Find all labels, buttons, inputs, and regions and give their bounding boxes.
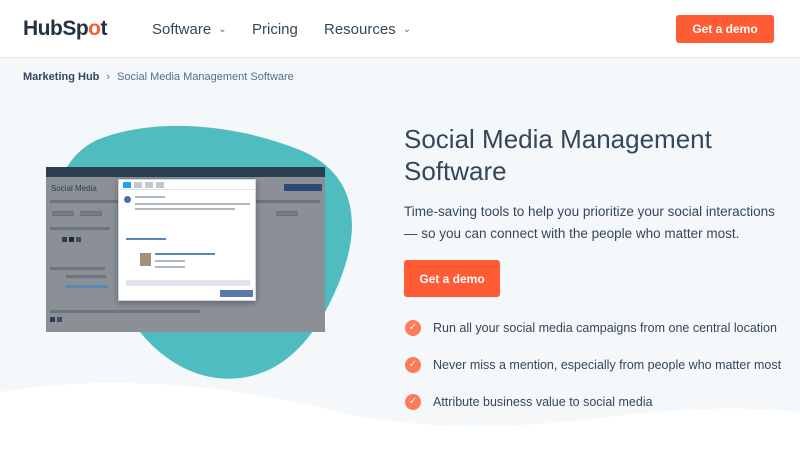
image-url-line: [155, 253, 215, 255]
compose-text-line: [135, 203, 250, 205]
product-screenshot: Social Media: [46, 167, 325, 332]
screenshot-chip: [52, 211, 74, 216]
image-meta-line: [155, 260, 185, 262]
page-title: Social Media Management Software: [404, 124, 712, 186]
facebook-tab-icon: [134, 182, 142, 188]
attached-photo: [140, 253, 151, 266]
screenshot-row: [66, 275, 106, 278]
screenshot-row: [50, 227, 110, 230]
screenshot-chip: [80, 211, 102, 216]
screenshot-row: [50, 267, 105, 270]
check-circle-icon: ✓: [405, 357, 421, 373]
screenshot-link: [66, 285, 108, 288]
feature-text: Run all your social media campaigns from…: [433, 321, 777, 335]
compose-text-line: [135, 196, 165, 198]
avatar: [76, 237, 81, 242]
screenshot-row: [50, 310, 200, 313]
avatar: [57, 317, 62, 322]
avatar: [50, 317, 55, 322]
instagram-tab-icon: [156, 182, 164, 188]
screenshot-chip: [276, 211, 298, 216]
screenshot-compose-button: [284, 184, 322, 191]
image-meta-line: [155, 266, 185, 268]
attached-image-label: [126, 238, 166, 240]
check-circle-icon: ✓: [405, 320, 421, 336]
compose-text-line: [135, 208, 235, 210]
feature-item: ✓ Attribute business value to social med…: [405, 394, 653, 410]
feature-text: Never miss a mention, especially from pe…: [433, 358, 782, 372]
schedule-row: [126, 280, 250, 286]
compose-modal: [118, 179, 256, 301]
feature-item: ✓ Never miss a mention, especially from …: [405, 357, 781, 373]
publish-button: [220, 290, 253, 297]
linkedin-tab-icon: [145, 182, 153, 188]
check-circle-icon: ✓: [405, 394, 421, 410]
avatar: [69, 237, 74, 242]
screenshot-topbar: [46, 167, 325, 177]
feature-text: Attribute business value to social media: [433, 395, 653, 409]
hero-get-demo-button[interactable]: Get a demo: [404, 260, 500, 297]
screenshot-app-title: Social Media: [51, 184, 97, 193]
hero-description: Time-saving tools to help you prioritize…: [404, 204, 775, 241]
feature-item: ✓ Run all your social media campaigns fr…: [405, 320, 777, 336]
avatar: [124, 196, 131, 203]
avatar: [62, 237, 67, 242]
twitter-tab-icon: [123, 182, 131, 188]
